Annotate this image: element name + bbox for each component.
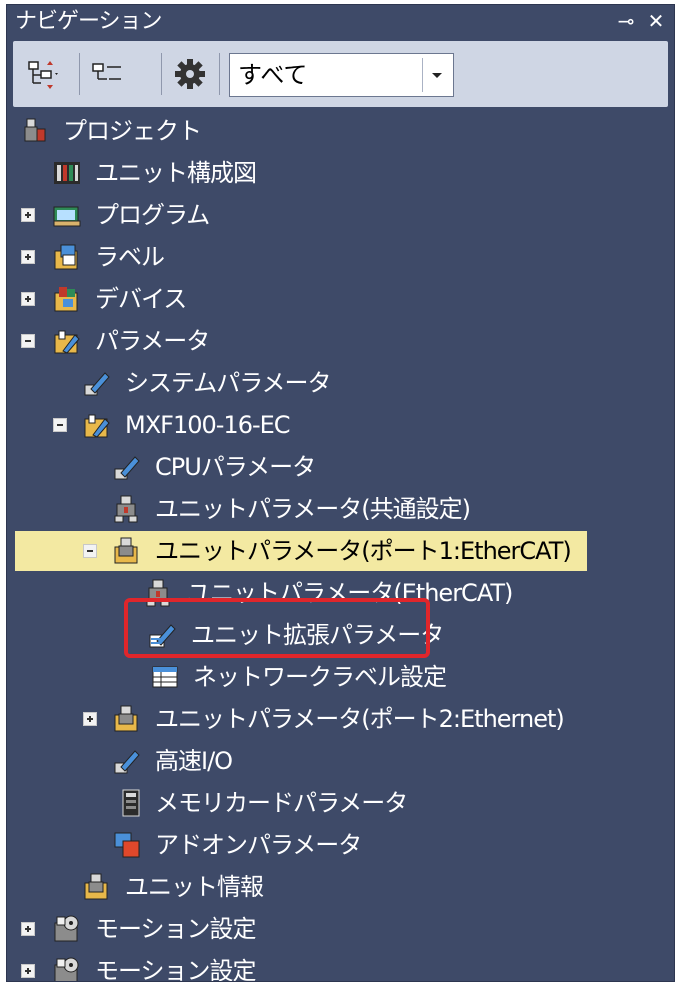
tree-item-module[interactable]: MXF100-16-EC	[7, 405, 674, 445]
navigation-toolbar: すべて	[13, 41, 668, 107]
tree-item-label: ユニットパラメータ(共通設定)	[155, 495, 471, 523]
tree-item-memory-card-parameter[interactable]: メモリカードパラメータ	[7, 783, 674, 823]
tree-item-label: プログラム	[95, 201, 210, 229]
collapse-icon[interactable]	[21, 334, 35, 348]
tree-item-label: モーション設定	[95, 957, 257, 982]
tree-item-cpu-parameter[interactable]: CPUパラメータ	[7, 447, 674, 487]
tree-item-program[interactable]: プログラム	[7, 195, 674, 235]
tree-item-label: 高速I/O	[155, 747, 233, 775]
tree-item-label: ユニットパラメータ(ポート2:Ethernet)	[155, 705, 565, 733]
unit-config-icon	[54, 162, 80, 184]
highlight-annotation	[124, 598, 430, 658]
device-icon	[54, 287, 78, 312]
gear-icon	[175, 59, 205, 89]
expand-icon[interactable]	[21, 964, 35, 978]
panel-titlebar: ナビゲーション ⊸ ✕	[7, 5, 674, 39]
tree-expand-icon	[28, 61, 58, 89]
system-parameter-icon	[84, 372, 110, 396]
module-folder-icon	[84, 414, 110, 438]
expand-icon[interactable]	[21, 922, 35, 936]
unit-parameter-folder-icon	[114, 705, 138, 732]
label-icon	[54, 244, 78, 270]
tree-item-label-node[interactable]: ラベル	[7, 237, 674, 277]
high-speed-io-icon	[114, 750, 140, 774]
tree-item-label: CPUパラメータ	[155, 453, 316, 481]
toolbar-separator	[79, 53, 80, 95]
settings-button[interactable]	[171, 55, 209, 93]
navigation-panel: ナビゲーション ⊸ ✕ すべて プロジェクト ユニット構成図 プログラム ラベル…	[6, 4, 675, 982]
addon-icon	[114, 832, 140, 858]
tree-item-label: メモリカードパラメータ	[155, 789, 408, 817]
expand-icon[interactable]	[21, 250, 35, 264]
tree-item-label: アドオンパラメータ	[155, 831, 362, 859]
expand-icon[interactable]	[21, 292, 35, 306]
chevron-down-icon[interactable]	[422, 58, 449, 92]
memory-card-icon	[122, 789, 140, 817]
parameter-folder-icon	[54, 330, 80, 354]
tree-item-unit-config[interactable]: ユニット構成図	[7, 153, 674, 193]
tree-item-label: システムパラメータ	[125, 369, 332, 397]
tree-item-device[interactable]: デバイス	[7, 279, 674, 319]
motion-setting-icon	[54, 957, 79, 981]
collapse-icon[interactable]	[53, 418, 67, 432]
program-icon	[53, 206, 81, 227]
tree-item-label: ユニット情報	[125, 873, 264, 901]
tree-item-motion-setting[interactable]: モーション設定	[7, 909, 674, 949]
tree-item-unit-parameter-port2[interactable]: ユニットパラメータ(ポート2:Ethernet)	[7, 699, 674, 739]
toolbar-separator	[161, 53, 162, 95]
expand-icon[interactable]	[83, 712, 97, 726]
close-icon[interactable]: ✕	[643, 7, 669, 35]
tree-item-label: ユニット構成図	[95, 159, 257, 187]
pin-icon[interactable]: ⊸	[613, 7, 639, 35]
tree-item-label: デバイス	[95, 285, 187, 313]
tree-item-label: モーション設定	[95, 915, 257, 943]
unit-parameter-folder-icon	[114, 537, 138, 564]
tree-item-unit-info[interactable]: ユニット情報	[7, 867, 674, 907]
tree-item-label: ネットワークラベル設定	[193, 663, 447, 691]
tree-item-label: MXF100-16-EC	[125, 411, 291, 439]
network-label-icon	[152, 666, 178, 688]
tree-item-label: ユニットパラメータ(ポート1:EtherCAT)	[155, 537, 572, 565]
unit-info-folder-icon	[84, 873, 108, 900]
motion-setting-icon	[54, 915, 79, 942]
filter-dropdown[interactable]: すべて	[229, 53, 454, 97]
tree-item-addon-parameter[interactable]: アドオンパラメータ	[7, 825, 674, 865]
expand-tree-button[interactable]	[25, 55, 63, 93]
panel-title: ナビゲーション	[15, 9, 163, 34]
tree-item-parameter[interactable]: パラメータ	[7, 321, 674, 361]
filter-dropdown-value: すべて	[238, 61, 308, 89]
tree-item-label: パラメータ	[95, 327, 210, 355]
tree-item-motion-setting[interactable]: モーション設定	[7, 951, 674, 982]
unit-parameter-icon	[114, 495, 138, 523]
tree-item-project[interactable]: プロジェクト	[7, 111, 674, 151]
tree-item-high-speed-io[interactable]: 高速I/O	[7, 741, 674, 781]
tree-item-system-parameter[interactable]: システムパラメータ	[7, 363, 674, 403]
tree-collapse-icon	[92, 63, 121, 80]
tree-item-label: プロジェクト	[63, 117, 202, 145]
collapse-icon[interactable]	[83, 544, 97, 558]
project-icon	[24, 118, 46, 142]
toolbar-separator	[219, 53, 220, 95]
tree-item-unit-parameter-common[interactable]: ユニットパラメータ(共通設定)	[7, 489, 674, 529]
tree-item-network-label-setting[interactable]: ネットワークラベル設定	[7, 657, 674, 697]
collapse-tree-button[interactable]	[89, 55, 127, 93]
tree-item-label: ラベル	[95, 243, 165, 271]
expand-icon[interactable]	[21, 208, 35, 222]
cpu-parameter-icon	[114, 456, 140, 480]
tree-item-unit-parameter-port1[interactable]: ユニットパラメータ(ポート1:EtherCAT)	[15, 531, 587, 571]
